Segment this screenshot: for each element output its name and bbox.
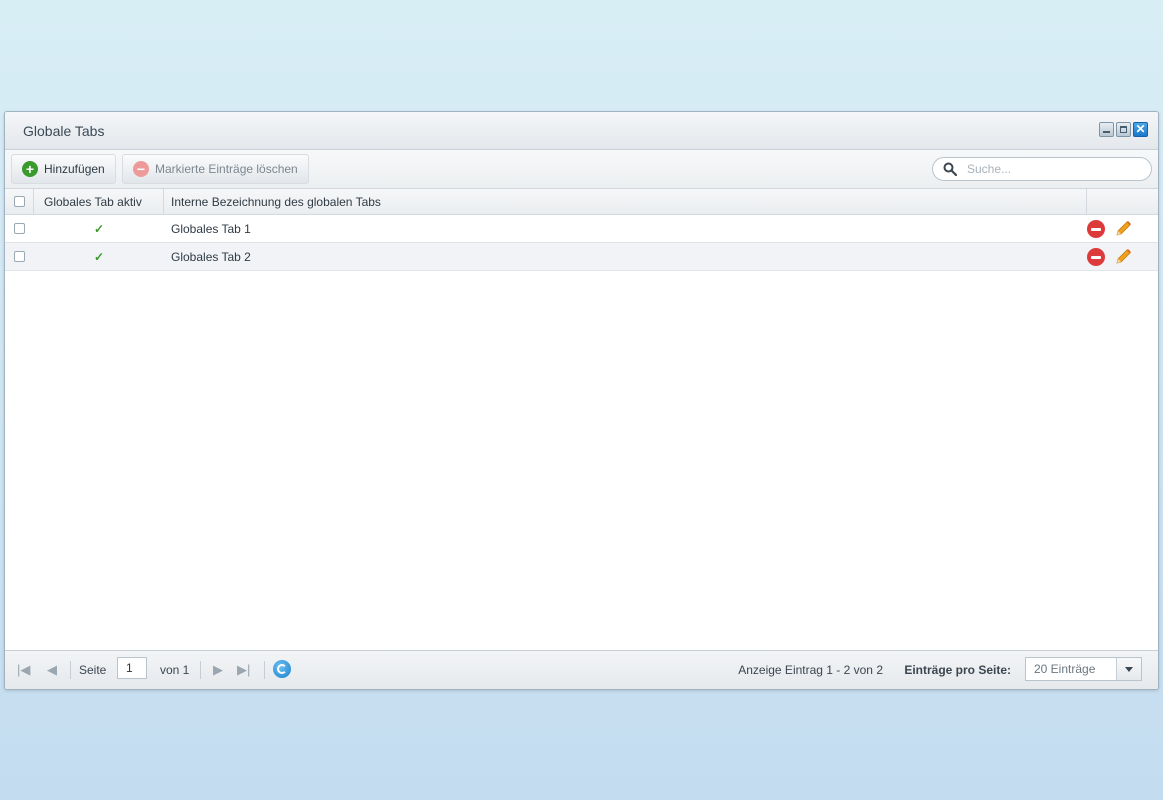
row-name: Globales Tab 2 [171, 249, 251, 264]
row-checkbox[interactable] [14, 251, 25, 262]
column-header-active[interactable]: Globales Tab aktiv [34, 189, 164, 214]
page-of-label: von 1 [160, 663, 190, 677]
column-header-actions [1087, 189, 1158, 214]
per-page-select[interactable]: 20 Einträge [1025, 657, 1142, 681]
minus-icon: − [133, 161, 149, 177]
delete-row-icon[interactable] [1087, 219, 1105, 238]
table-row[interactable]: ✓ Globales Tab 1 [5, 215, 1158, 243]
page-label: Seite [79, 663, 107, 677]
delete-selected-button[interactable]: − Markierte Einträge löschen [122, 154, 309, 184]
edit-pencil-icon[interactable] [1113, 219, 1133, 239]
select-all-checkbox[interactable] [13, 196, 25, 207]
plus-icon: + [22, 161, 38, 177]
pager-divider [70, 661, 71, 679]
prev-page-icon[interactable]: ◀ [47, 651, 57, 689]
active-check-icon: ✓ [93, 249, 105, 264]
display-info: Anzeige Eintrag 1 - 2 von 2 [738, 663, 883, 677]
pagination-bar: |◀ ◀ Seite von 1 ▶ ▶| Anzeige Eintrag 1 … [5, 650, 1158, 689]
delete-row-icon[interactable] [1087, 247, 1105, 266]
grid-body: ✓ Globales Tab 1 ✓ Globales Tab 2 [5, 215, 1158, 271]
window-title: Globale Tabs [23, 123, 105, 139]
first-page-icon[interactable]: |◀ [17, 651, 30, 689]
chevron-down-icon[interactable] [1116, 658, 1141, 680]
toolbar: + Hinzufügen − Markierte Einträge lösche… [5, 150, 1158, 189]
per-page-value: 20 Einträge [1034, 662, 1096, 676]
table-row[interactable]: ✓ Globales Tab 2 [5, 243, 1158, 271]
minimize-icon[interactable] [1099, 122, 1114, 137]
delete-selected-label: Markierte Einträge löschen [155, 162, 298, 176]
maximize-icon[interactable] [1116, 122, 1131, 137]
row-name: Globales Tab 1 [171, 221, 251, 236]
refresh-icon[interactable] [273, 660, 291, 678]
search-box[interactable] [932, 157, 1152, 181]
row-select-cell [5, 251, 34, 262]
grid-header: Globales Tab aktiv Interne Bezeichnung d… [5, 189, 1158, 215]
active-check-icon: ✓ [93, 221, 105, 236]
header-select-all [5, 189, 34, 214]
pager-divider [200, 661, 201, 679]
page-number-input[interactable] [117, 657, 147, 679]
last-page-icon[interactable]: ▶| [237, 651, 250, 689]
per-page-label: Einträge pro Seite: [904, 663, 1011, 677]
add-button-label: Hinzufügen [44, 162, 105, 176]
add-button[interactable]: + Hinzufügen [11, 154, 116, 184]
row-actions [1087, 247, 1158, 267]
next-page-icon[interactable]: ▶ [213, 651, 223, 689]
close-icon[interactable]: ✕ [1133, 122, 1148, 137]
row-select-cell [5, 223, 34, 234]
pager-divider [264, 661, 265, 679]
window-titlebar[interactable]: Globale Tabs ✕ [5, 112, 1158, 150]
row-actions [1087, 219, 1158, 239]
globale-tabs-window: Globale Tabs ✕ + Hinzufügen − Markierte … [4, 111, 1159, 690]
edit-pencil-icon[interactable] [1113, 247, 1133, 267]
column-header-name[interactable]: Interne Bezeichnung des globalen Tabs [164, 189, 1087, 214]
row-checkbox[interactable] [14, 223, 25, 234]
window-controls: ✕ [1099, 122, 1148, 137]
search-icon [943, 162, 958, 177]
search-input[interactable] [965, 161, 1139, 177]
